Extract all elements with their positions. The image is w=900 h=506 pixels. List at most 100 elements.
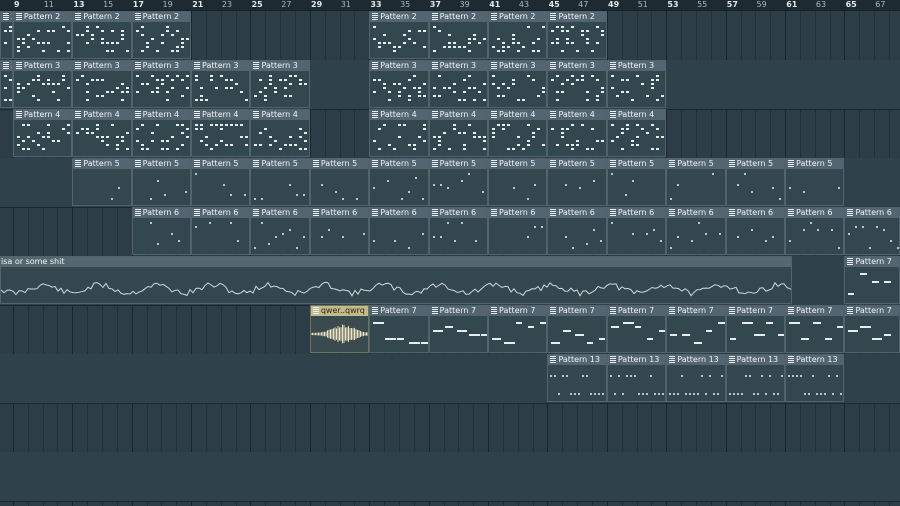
pattern-clip[interactable]: Pattern 3 (606, 60, 667, 108)
clip-header[interactable]: Pattern 6 (786, 208, 844, 218)
playlist-track-row[interactable] (0, 452, 900, 502)
pattern-clip[interactable]: 3 (0, 60, 13, 108)
clip-header[interactable]: Pattern 5 (786, 159, 844, 169)
clip-header[interactable]: Pattern 7 (845, 257, 899, 267)
clip-header[interactable]: Pattern 7 (786, 306, 844, 316)
clip-header[interactable]: Pattern 4 (548, 110, 606, 120)
clip-header[interactable]: Pattern 6 (548, 208, 606, 218)
clip-header[interactable]: Pattern 3 (192, 61, 250, 71)
pattern-clip[interactable]: Pattern 3 (72, 60, 132, 108)
pattern-clip[interactable]: Pattern 6 (369, 207, 429, 255)
clip-header[interactable]: isa or some shit (1, 257, 792, 267)
pattern-clip[interactable]: Pattern 6 (606, 207, 667, 255)
pattern-clip[interactable]: Pattern 2 (428, 11, 489, 59)
clip-header[interactable]: Pattern 13 (548, 355, 606, 365)
pattern-clip[interactable]: Pattern 13 (725, 354, 786, 402)
pattern-clip[interactable]: Pattern 7 (725, 305, 786, 353)
playlist-track-row[interactable]: Pattern 6 Pattern 6 Pattern 6 Pattern 6 Patt… (0, 207, 900, 257)
pattern-clip[interactable]: Pattern 5 (369, 158, 429, 206)
pattern-clip[interactable]: Pattern 5 (666, 158, 726, 206)
pattern-clip[interactable]: Pattern 3 (488, 60, 548, 108)
pattern-clip[interactable]: Pattern 2 (72, 11, 132, 59)
clip-header[interactable]: Pattern 2 (132, 12, 191, 22)
pattern-clip[interactable]: Pattern 5 (191, 158, 251, 206)
pattern-clip[interactable]: Pattern 7 (547, 305, 607, 353)
pattern-clip[interactable]: Pattern 5 (606, 158, 667, 206)
playlist-track-row[interactable]: 2 Pattern 2 Pattern 2 Pattern 2 Pattern 2 Pat… (0, 11, 900, 61)
pattern-clip[interactable]: Pattern 7 (844, 305, 900, 353)
clip-header[interactable]: Pattern 6 (489, 208, 547, 218)
clip-header[interactable]: Pattern 6 (251, 208, 309, 218)
pattern-clip[interactable]: Pattern 5 (785, 158, 845, 206)
clip-header[interactable]: Pattern 3 (548, 61, 606, 71)
pattern-clip[interactable]: Pattern 5 (131, 158, 192, 206)
clip-header[interactable]: Pattern 7 (370, 306, 428, 316)
playlist-track-row[interactable]: isa or some shit Pattern 7 (0, 256, 900, 306)
pattern-clip[interactable]: Pattern 6 (488, 207, 548, 255)
clip-header[interactable]: Pattern 4 (607, 110, 666, 120)
clip-header[interactable]: Pattern 5 (73, 159, 131, 169)
playlist-track-row[interactable] (0, 403, 900, 453)
clip-header[interactable]: Pattern 2 (429, 12, 488, 22)
clip-header[interactable]: Pattern 6 (310, 208, 369, 218)
clip-header[interactable]: Pattern 5 (667, 159, 725, 169)
clip-header[interactable]: Pattern 5 (548, 159, 606, 169)
pattern-clip[interactable]: Pattern 6 (844, 207, 900, 255)
pattern-clip[interactable]: Pattern 3 (131, 60, 192, 108)
pattern-clip[interactable]: Pattern 6 (725, 207, 786, 255)
pattern-clip[interactable]: Pattern 7 (666, 305, 726, 353)
pattern-clip[interactable]: Pattern 6 (309, 207, 370, 255)
pattern-clip[interactable]: Pattern 3 (369, 60, 429, 108)
pattern-clip[interactable]: Pattern 4 (428, 109, 489, 157)
pattern-clip[interactable]: Pattern 13 (547, 354, 607, 402)
clip-header[interactable]: Pattern 5 (132, 159, 191, 169)
clip-header[interactable]: Pattern 4 (132, 110, 191, 120)
pattern-clip[interactable]: Pattern 5 (250, 158, 310, 206)
clip-header[interactable]: Pattern 6 (607, 208, 666, 218)
playlist-window[interactable]: 9 11 13 15 17 19 21 23 25 27 29 31 33 35 37 39 41 43 45 47 4… (0, 0, 900, 506)
playlist-grid[interactable]: 2 Pattern 2 Pattern 2 Pattern 2 Pattern 2 Pat… (0, 11, 900, 506)
playlist-track-row[interactable]: 3 Pattern 3 Pattern 3 Pattern 3 Pattern 3 Pat… (0, 60, 900, 110)
clip-header[interactable]: Pattern 5 (607, 159, 666, 169)
clip-header[interactable]: Pattern 13 (667, 355, 725, 365)
clip-header[interactable]: Pattern 6 (132, 208, 191, 218)
pattern-clip[interactable]: Pattern 6 (428, 207, 489, 255)
pattern-clip[interactable]: Pattern 3 (250, 60, 310, 108)
clip-header[interactable]: Pattern 6 (192, 208, 250, 218)
pattern-clip[interactable]: Pattern 4 (12, 109, 73, 157)
clip-header[interactable]: Pattern 7 (548, 306, 606, 316)
pattern-clip[interactable]: Pattern 4 (547, 109, 607, 157)
clip-header[interactable]: 3 (1, 61, 12, 71)
clip-header[interactable]: Pattern 4 (489, 110, 547, 120)
playlist-track-row[interactable]: Pattern 4 Pattern 4 Pattern 4 Pattern 4 Patt… (0, 109, 900, 159)
clip-header[interactable]: Pattern 5 (429, 159, 488, 169)
clip-header[interactable]: Pattern 6 (726, 208, 785, 218)
pattern-clip[interactable]: Pattern 7 (428, 305, 489, 353)
pattern-clip[interactable]: Pattern 2 (369, 11, 429, 59)
clip-header[interactable]: Pattern 7 (845, 306, 899, 316)
clip-header[interactable]: Pattern 2 (13, 12, 72, 22)
clip-header[interactable]: Pattern 5 (726, 159, 785, 169)
pattern-clip[interactable]: Pattern 5 (309, 158, 370, 206)
clip-header[interactable]: Pattern 4 (192, 110, 250, 120)
clip-header[interactable]: Pattern 3 (429, 61, 488, 71)
clip-header[interactable]: Pattern 5 (310, 159, 369, 169)
clip-header[interactable]: Pattern 7 (429, 306, 488, 316)
clip-header[interactable]: Pattern 13 (726, 355, 785, 365)
pattern-clip[interactable]: Pattern 6 (666, 207, 726, 255)
pattern-clip[interactable]: Pattern 4 (606, 109, 667, 157)
clip-header[interactable]: Pattern 2 (548, 12, 606, 22)
pattern-clip[interactable]: Pattern 13 (606, 354, 667, 402)
pattern-clip[interactable]: Pattern 4 (191, 109, 251, 157)
clip-header[interactable]: Pattern 3 (607, 61, 666, 71)
pattern-clip[interactable]: Pattern 13 (785, 354, 845, 402)
pattern-clip[interactable]: Pattern 3 (191, 60, 251, 108)
pattern-clip[interactable]: Pattern 6 (547, 207, 607, 255)
clip-header[interactable]: Pattern 4 (251, 110, 309, 120)
clip-header[interactable]: Pattern 6 (370, 208, 428, 218)
pattern-clip[interactable]: Pattern 4 (72, 109, 132, 157)
pattern-clip[interactable]: Pattern 6 (250, 207, 310, 255)
pattern-clip[interactable]: Pattern 5 (428, 158, 489, 206)
playlist-track-row[interactable]: Pattern 13 Pattern 13 Pattern 13 Pattern 13… (0, 354, 900, 404)
pattern-clip[interactable]: 2 (0, 11, 13, 59)
